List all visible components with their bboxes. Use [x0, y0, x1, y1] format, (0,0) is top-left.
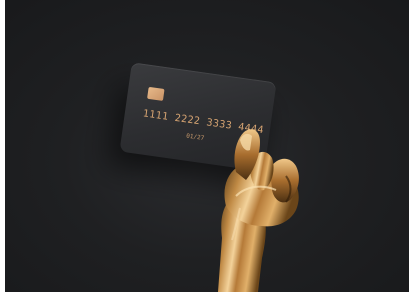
right-border: [409, 0, 414, 292]
gold-hand-sculpture: [218, 129, 299, 292]
left-border: [0, 0, 5, 292]
product-photo-scene: 1111 2222 3333 4444 01/27: [0, 0, 414, 292]
